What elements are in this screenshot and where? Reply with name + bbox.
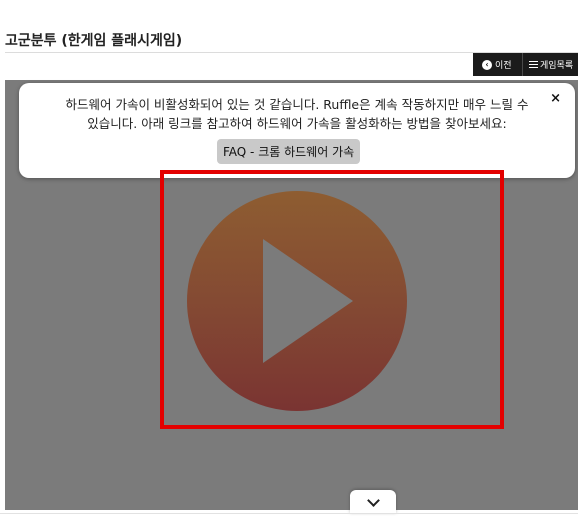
page: 고군분투 (한게임 플래시게임) ‹ 이전 게임목록 하드웨어 가속이 비활성화… — [0, 0, 578, 516]
page-title: 고군분투 (한게임 플래시게임) — [5, 33, 183, 49]
prev-button[interactable]: ‹ 이전 — [473, 53, 523, 76]
close-icon[interactable]: × — [550, 91, 561, 106]
notice-message: 하드웨어 가속이 비활성화되어 있는 것 같습니다. Ruffle은 계속 작동… — [65, 97, 529, 131]
faq-link-button[interactable]: FAQ - 크롬 하드웨어 가속 — [217, 139, 361, 164]
game-nav-bar: ‹ 이전 게임목록 — [473, 53, 578, 76]
expand-toggle-button[interactable] — [350, 490, 396, 514]
chevron-down-icon — [366, 493, 380, 507]
list-icon — [529, 61, 538, 68]
play-button[interactable] — [187, 191, 407, 411]
prev-button-label: 이전 — [495, 61, 512, 71]
game-list-button-label: 게임목록 — [540, 61, 574, 71]
chevron-left-circle-icon: ‹ — [482, 59, 492, 70]
bottom-divider — [0, 513, 578, 514]
play-icon — [263, 239, 353, 363]
game-list-button[interactable]: 게임목록 — [523, 53, 578, 76]
hardware-acceleration-notice: 하드웨어 가속이 비활성화되어 있는 것 같습니다. Ruffle은 계속 작동… — [19, 83, 575, 178]
